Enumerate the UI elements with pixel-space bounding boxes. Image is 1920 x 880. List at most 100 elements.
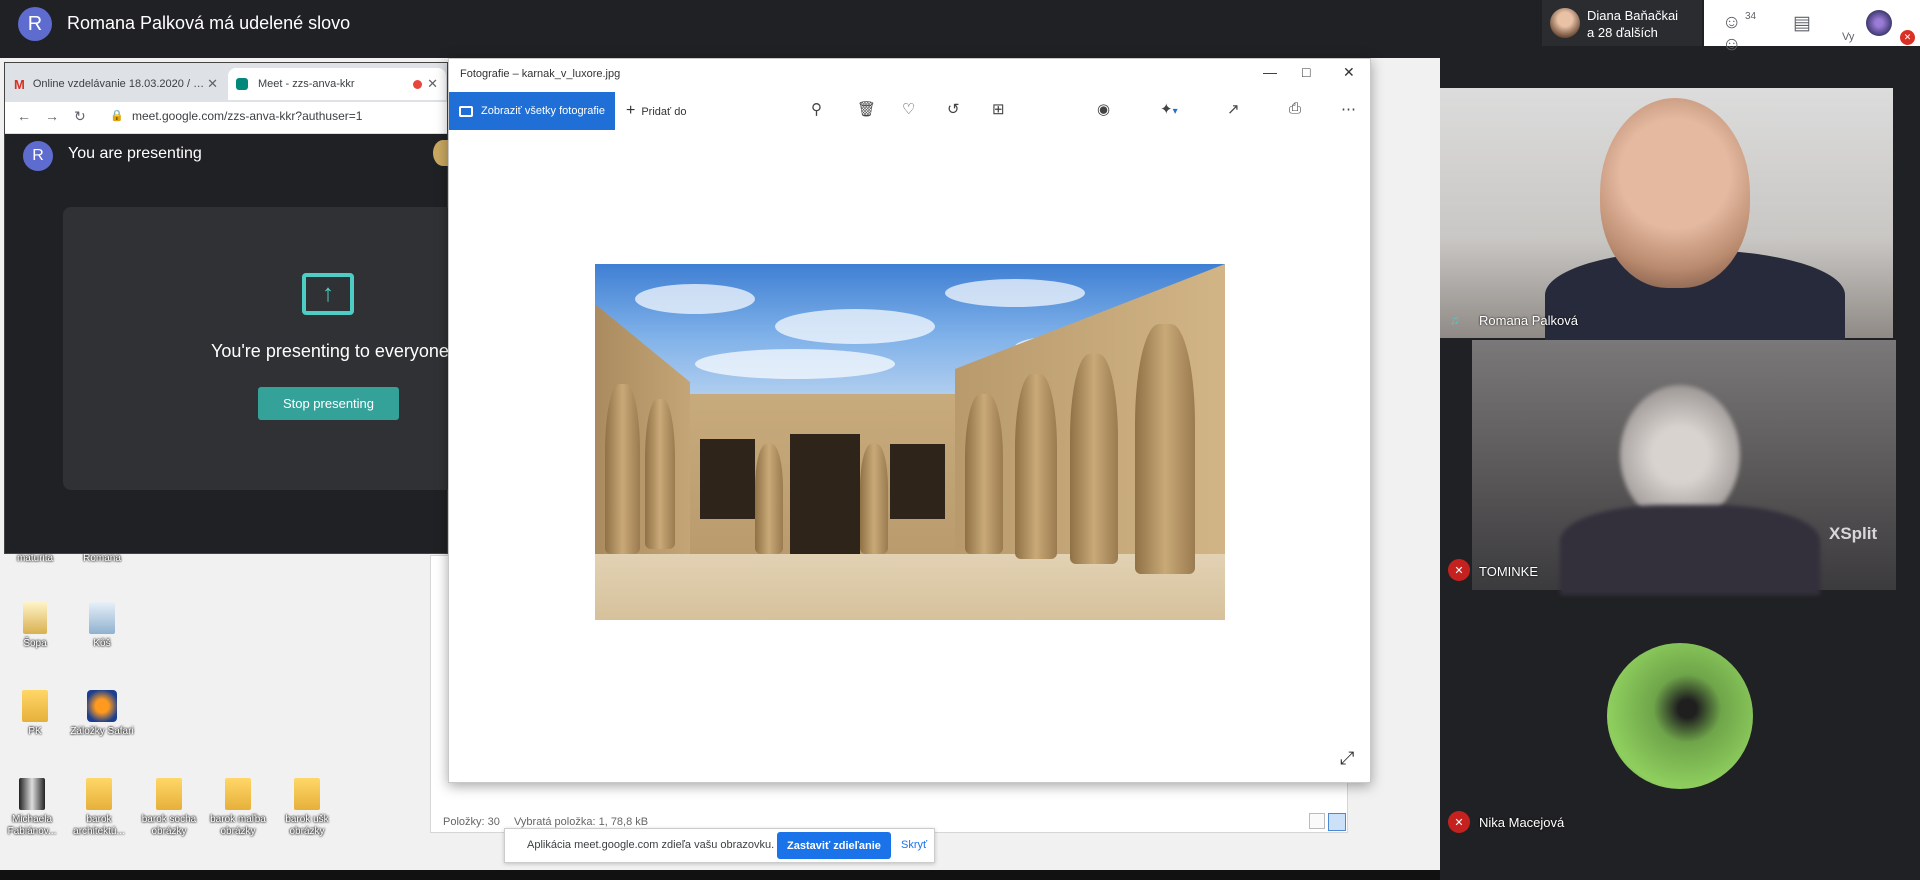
gmail-icon: M <box>14 76 25 92</box>
tab-meet[interactable]: Meet - zzs-anva-kkr ✕ <box>228 68 446 100</box>
osiris-statue <box>645 399 675 549</box>
self-avatar[interactable] <box>1866 10 1892 36</box>
folder-icon <box>225 778 251 810</box>
print-icon[interactable]: ⎙ <box>1289 100 1301 117</box>
desktop-icon-maturita[interactable]: maturita <box>0 553 70 565</box>
crop-icon[interactable]: ⊞ <box>992 100 1005 118</box>
temple-doorway <box>700 439 755 519</box>
folder-icon <box>22 690 48 722</box>
participant-video-body <box>1560 505 1820 595</box>
enhance-icon[interactable]: ◉ <box>1097 100 1110 118</box>
desktop-icon-recycle-bin[interactable]: Kôš <box>67 602 137 650</box>
stop-presenting-button[interactable]: Stop presenting <box>258 387 399 420</box>
people-count: 34 <box>1745 11 1757 22</box>
desktop-icon-label: maturita <box>16 553 54 564</box>
tab-title: Meet - zzs-anva-kkr <box>258 78 355 90</box>
document-icon <box>23 602 47 634</box>
edit-icon[interactable]: ✦▾ <box>1160 100 1178 118</box>
delete-icon[interactable]: 🗑 <box>857 100 876 118</box>
folder-icon <box>86 778 112 810</box>
favorite-icon[interactable]: ♡ <box>902 100 915 118</box>
desktop-icon-label: Kôš <box>93 638 111 649</box>
close-icon[interactable]: ✕ <box>1343 64 1355 81</box>
participant-chip-name: Diana Baňačkai <box>1587 8 1679 23</box>
desktop-icon-barok-malba[interactable]: barok maľba obrázky <box>203 778 273 838</box>
reload-icon[interactable]: ↻ <box>74 108 86 125</box>
close-tab-icon[interactable]: ✕ <box>207 76 218 92</box>
present-screen-icon: ↑ <box>302 273 354 315</box>
desktop-icon-barok-socha[interactable]: barok socha obrázky <box>134 778 204 838</box>
desktop-icon-label: barok architektú... <box>73 814 125 837</box>
desktop-icon-label: barok socha obrázky <box>141 814 197 837</box>
more-options-icon[interactable]: ⋯ <box>1341 100 1356 118</box>
screen-share-text: Aplikácia meet.google.com zdieľa vašu ob… <box>527 839 775 851</box>
muted-mic-icon: ✕ <box>1900 30 1915 45</box>
participant-avatar-nika[interactable] <box>1607 643 1753 789</box>
add-to-label: Pridať do <box>641 106 687 118</box>
forward-icon[interactable]: → <box>45 108 59 124</box>
share-icon[interactable]: ↗ <box>1227 100 1240 118</box>
participant-name: Nika Macejová <box>1479 815 1565 830</box>
chat-icon[interactable]: ▤ <box>1793 12 1811 35</box>
details-view-button[interactable] <box>1309 813 1325 829</box>
karnak-temple-photo <box>595 264 1225 620</box>
osiris-statue <box>1015 374 1057 559</box>
desktop-icon-label: Michaela Fabiánov... <box>7 814 57 837</box>
desktop-icon-sopa[interactable]: Šopa <box>0 602 70 650</box>
desktop-icon-label: PK <box>28 726 42 737</box>
zoom-icon[interactable]: ⚲ <box>811 100 822 118</box>
tab-gmail[interactable]: M Online vzdelávanie 18.03.2020 / … ✕ <box>14 68 226 100</box>
desktop-icon-label: Romana <box>83 553 121 564</box>
participant-name: TOMINKE <box>1479 564 1538 579</box>
desktop-icon-safari-bookmarks[interactable]: Záložky Safari <box>67 690 137 738</box>
temple-doorway <box>790 434 860 554</box>
meet-icon <box>236 78 248 90</box>
temple-courtyard <box>595 554 1225 620</box>
speaker-title: Romana Palková má udelené slovo <box>67 13 351 33</box>
recycle-bin-icon <box>89 602 115 634</box>
muted-mic-icon: ✕ <box>1448 559 1470 581</box>
large-icons-view-button[interactable] <box>1328 813 1346 831</box>
photos-window-title: Fotografie – karnak_v_luxore.jpg <box>460 68 621 80</box>
folder-icon <box>294 778 320 810</box>
osiris-statue <box>1135 324 1195 574</box>
stop-sharing-button[interactable]: Zastaviť zdieľanie <box>777 832 891 859</box>
desktop-icon-label: Šopa <box>23 638 47 649</box>
cloud <box>945 279 1085 307</box>
participant-chip-more: a 28 ďalších <box>1587 25 1658 40</box>
presenter-avatar: R <box>23 141 53 171</box>
maximize-icon[interactable]: □ <box>1302 64 1310 80</box>
osiris-statue <box>860 444 888 554</box>
participant-chip-avatar <box>1550 8 1580 38</box>
address-bar[interactable]: meet.google.com/zzs-anva-kkr?authuser=1 <box>132 109 362 123</box>
explorer-selected-item: Vybratá položka: 1, 78,8 kB <box>514 816 649 828</box>
cloud <box>695 349 895 379</box>
desktop-icon-label: Záložky Safari <box>70 726 134 737</box>
desktop-icon-romana[interactable]: Romana <box>67 553 137 565</box>
close-tab-icon[interactable]: ✕ <box>427 76 438 92</box>
presenting-to-everyone: You're presenting to everyone <box>211 341 449 361</box>
explorer-item-count: Položky: 30 <box>443 816 500 828</box>
muted-mic-icon: ✕ <box>1448 811 1470 833</box>
fullscreen-icon[interactable]: ⤢ <box>1340 748 1354 769</box>
lock-icon[interactable]: 🔒 <box>110 109 124 122</box>
desktop-icon-barok-architektura[interactable]: barok architektú... <box>64 778 134 838</box>
xsplit-watermark: XSplit <box>1829 524 1878 543</box>
back-icon[interactable]: ← <box>17 108 31 124</box>
tab-title: Online vzdelávanie 18.03.2020 / … <box>32 78 205 90</box>
rotate-icon[interactable]: ↺ <box>947 100 960 118</box>
osiris-statue <box>605 384 640 554</box>
add-to-button[interactable]: + Pridať do <box>626 102 686 120</box>
desktop-icon-barok-usk[interactable]: barok ušk obrázky <box>272 778 342 838</box>
participant-name: Romana Palková <box>1479 313 1578 328</box>
folder-icon <box>156 778 182 810</box>
hide-button[interactable]: Skryť <box>901 839 927 851</box>
gallery-icon <box>459 105 473 117</box>
see-all-photos-button[interactable]: Zobraziť všetky fotografie <box>449 92 615 130</box>
speaker-avatar: R <box>18 7 52 41</box>
osiris-statue <box>1070 354 1118 564</box>
desktop-icon-pk[interactable]: PK <box>0 690 70 738</box>
firefox-file-icon <box>87 690 117 722</box>
desktop-icon-michaela[interactable]: Michaela Fabiánov... <box>0 778 67 838</box>
minimize-icon[interactable]: — <box>1263 64 1277 80</box>
